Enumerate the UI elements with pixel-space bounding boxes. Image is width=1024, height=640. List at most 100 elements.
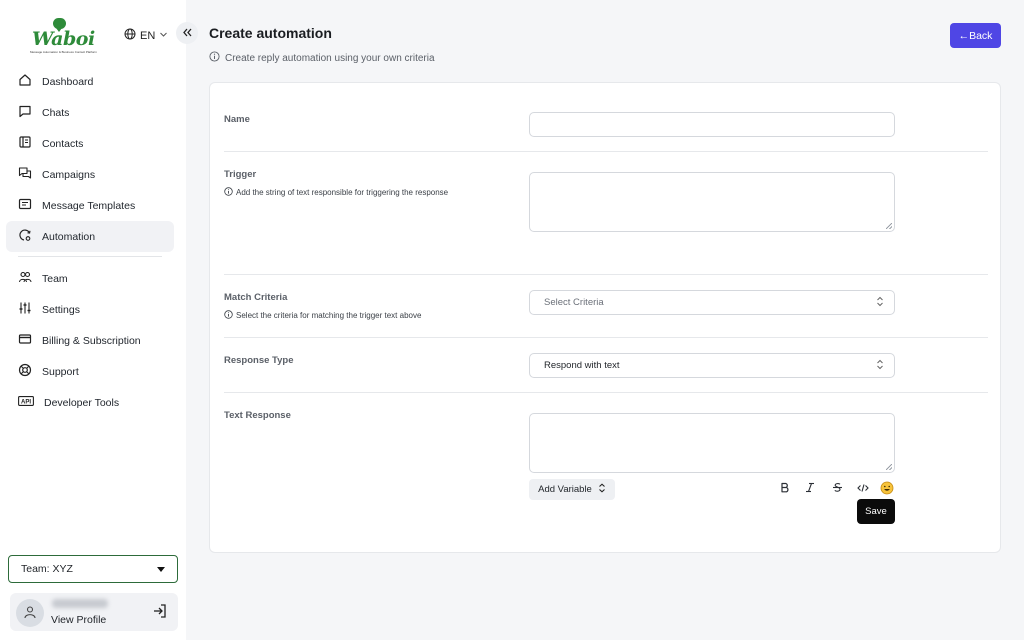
info-icon [224, 310, 233, 321]
match-criteria-help-text: Select the criteria for matching the tri… [236, 311, 422, 320]
language-selector[interactable]: EN [124, 28, 168, 43]
view-profile-link[interactable]: View Profile [51, 614, 106, 626]
brand-name: Waboi [32, 28, 95, 50]
text-response-label: Text Response [224, 410, 291, 421]
sidebar-item-label: Billing & Subscription [42, 334, 141, 347]
resize-handle[interactable] [886, 464, 892, 470]
divider [224, 151, 988, 152]
response-type-label: Response Type [224, 355, 294, 366]
emoji-icon [880, 481, 894, 498]
double-chevron-left-icon [182, 25, 193, 41]
italic-button[interactable] [803, 482, 817, 496]
home-icon [18, 73, 32, 90]
resize-handle[interactable] [886, 223, 892, 229]
sidebar-item-label: Contacts [42, 137, 84, 150]
code-icon [857, 483, 869, 496]
bold-icon [780, 482, 790, 496]
sidebar-item-label: Chats [42, 106, 70, 119]
avatar[interactable] [16, 599, 44, 627]
trigger-help: Add the string of text responsible for t… [224, 187, 448, 198]
match-criteria-select[interactable]: Select Criteria [529, 290, 895, 315]
api-icon: API [18, 395, 34, 410]
sidebar-item-support[interactable]: Support [6, 356, 174, 387]
caret-down-icon [157, 566, 165, 572]
sidebar-item-developer-tools[interactable]: API Developer Tools [6, 387, 174, 418]
page-title: Create automation [209, 25, 332, 41]
contacts-icon [18, 135, 32, 152]
settings-sliders-icon [18, 301, 32, 318]
trigger-textarea[interactable] [529, 172, 895, 232]
italic-icon [805, 482, 815, 496]
automation-icon [18, 228, 32, 245]
match-criteria-placeholder: Select Criteria [544, 297, 604, 308]
brand-tagline: Message Automation & Business Contact Pl… [30, 50, 98, 54]
sidebar-item-label: Support [42, 365, 79, 378]
svg-text:API: API [21, 399, 31, 405]
sidebar-item-message-templates[interactable]: Message Templates [6, 190, 174, 221]
response-type-select[interactable]: Respond with text [529, 353, 895, 378]
add-variable-label: Add Variable [538, 484, 592, 495]
name-input[interactable] [529, 112, 895, 137]
collapse-sidebar-button[interactable] [176, 22, 198, 44]
language-code: EN [140, 29, 156, 42]
bold-button[interactable] [778, 482, 792, 496]
sidebar-item-label: Dashboard [42, 75, 94, 88]
sidebar-item-campaigns[interactable]: Campaigns [6, 159, 174, 190]
template-icon [18, 197, 32, 214]
user-icon [23, 605, 37, 622]
code-button[interactable] [856, 482, 870, 496]
chevron-up-down-icon [598, 483, 606, 496]
strikethrough-button[interactable] [830, 482, 844, 496]
logout-button[interactable] [152, 603, 168, 622]
sidebar-divider [18, 256, 162, 257]
sidebar-item-label: Settings [42, 303, 80, 316]
sidebar-item-chats[interactable]: Chats [6, 97, 174, 128]
automation-form: Name Trigger Add the string of text resp… [209, 82, 1001, 553]
sidebar-item-contacts[interactable]: Contacts [6, 128, 174, 159]
text-response-textarea[interactable] [529, 413, 895, 473]
team-selector[interactable]: Team: XYZ [8, 555, 178, 583]
chat-icon [18, 104, 32, 121]
trigger-label: Trigger [224, 169, 257, 180]
sidebar-item-dashboard[interactable]: Dashboard [6, 66, 174, 97]
sidebar-item-label: Message Templates [42, 199, 136, 212]
info-icon [209, 51, 220, 65]
match-criteria-help: Select the criteria for matching the tri… [224, 310, 421, 321]
globe-icon [124, 28, 136, 43]
strikethrough-icon [832, 482, 843, 496]
credit-card-icon [18, 332, 32, 349]
sidebar-item-label: Automation [42, 230, 96, 243]
chevron-up-down-icon [876, 359, 884, 373]
save-button[interactable]: Save [857, 499, 895, 524]
sidebar-item-label: Team [42, 272, 68, 285]
info-icon [224, 187, 233, 198]
sidebar-item-label: Campaigns [42, 168, 96, 181]
page-subtitle: Create reply automation using your own c… [209, 51, 435, 65]
match-criteria-label: Match Criteria [224, 292, 288, 303]
profile-name-redacted [52, 599, 108, 608]
profile-card: View Profile [10, 593, 178, 631]
sidebar-nav: Dashboard Chats Contacts Campaigns Messa… [6, 66, 174, 418]
lifebuoy-icon [18, 363, 32, 380]
logout-icon [152, 604, 168, 622]
sidebar-item-billing[interactable]: Billing & Subscription [6, 325, 174, 356]
page-subtitle-text: Create reply automation using your own c… [225, 52, 435, 64]
team-selector-value: Team: XYZ [21, 563, 73, 575]
response-type-value: Respond with text [544, 360, 620, 371]
sidebar-item-label: Developer Tools [44, 396, 120, 409]
divider [224, 337, 988, 338]
sidebar-item-settings[interactable]: Settings [6, 294, 174, 325]
sidebar-item-team[interactable]: Team [6, 263, 174, 294]
brand-logo[interactable]: Waboi Message Automation & Business Cont… [28, 16, 100, 56]
add-variable-button[interactable]: Add Variable [529, 479, 615, 500]
trigger-help-text: Add the string of text responsible for t… [236, 188, 449, 197]
back-button[interactable]: ←Back [950, 23, 1001, 48]
chevron-up-down-icon [876, 296, 884, 310]
divider [224, 392, 988, 393]
emoji-button[interactable] [880, 481, 894, 498]
divider [224, 274, 988, 275]
name-label: Name [224, 114, 250, 125]
sidebar: Waboi Message Automation & Business Cont… [0, 0, 198, 640]
sidebar-item-automation[interactable]: Automation [6, 221, 174, 252]
team-icon [18, 270, 32, 287]
